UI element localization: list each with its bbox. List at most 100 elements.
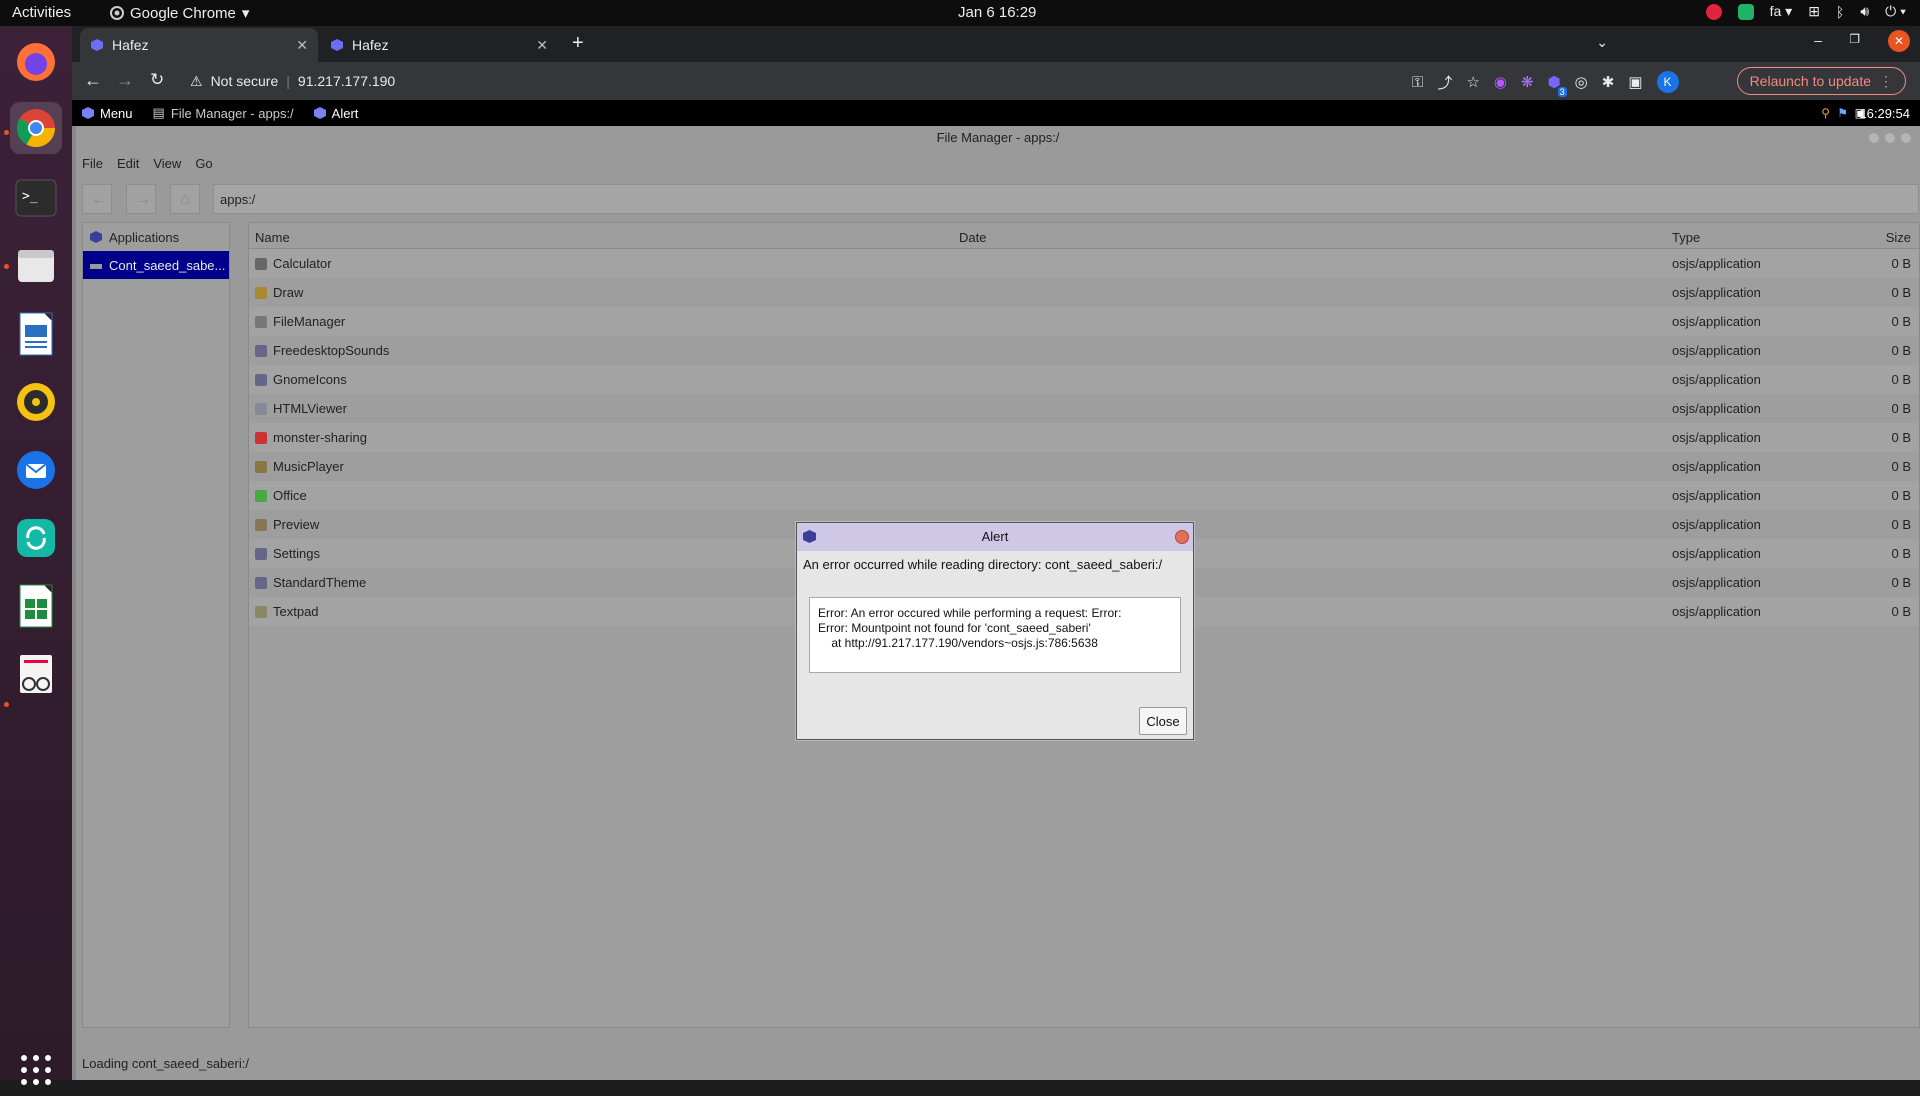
side-panel-icon[interactable]: ▣ (1628, 73, 1642, 91)
table-row[interactable]: FreedesktopSounds osjs/application 0 B (249, 336, 1919, 365)
app-menu[interactable]: Google Chrome ▾ (110, 4, 249, 22)
bluetooth-icon: ᛒ (1835, 3, 1845, 20)
activities-button[interactable]: Activities (12, 4, 71, 21)
file-size: 0 B (1891, 343, 1911, 358)
running-indicator (4, 264, 9, 269)
panel-window-filemanager[interactable]: ▤ File Manager - apps:/ (153, 105, 294, 121)
file-name-cell: HTMLViewer (255, 401, 347, 416)
sidebar-item-cont-saeed-saberi[interactable]: Cont_saeed_sabe... (83, 251, 229, 279)
table-row[interactable]: HTMLViewer osjs/application 0 B (249, 394, 1919, 423)
extensions-puzzle-icon[interactable]: ✱ (1602, 73, 1615, 91)
table-row[interactable]: GnomeIcons osjs/application 0 B (249, 365, 1919, 394)
menu-edit[interactable]: Edit (117, 156, 139, 171)
firefox-icon[interactable] (10, 36, 62, 88)
alert-detail[interactable]: Error: An error occured while performing… (809, 597, 1181, 673)
key-icon[interactable]: ⚿ (1412, 74, 1423, 91)
sync-app-icon[interactable] (10, 512, 62, 564)
back-button[interactable]: ← (82, 184, 112, 214)
close-icon[interactable] (1175, 530, 1189, 544)
osjs-logo-icon (313, 107, 326, 119)
security-label[interactable]: Not secure (211, 73, 279, 89)
sidebar-item-label: Applications (109, 229, 180, 245)
sidebar-item-applications[interactable]: Applications (83, 223, 229, 251)
panel-window-alert[interactable]: Alert (313, 106, 358, 121)
relaunch-button[interactable]: Relaunch to update ⋮ (1736, 67, 1906, 95)
alert-titlebar[interactable]: Alert (797, 523, 1193, 551)
app-icon (255, 344, 267, 357)
chevron-down-icon: ▾ (241, 5, 250, 22)
file-name-cell: Settings (255, 546, 320, 561)
maximize-icon[interactable] (1884, 132, 1896, 144)
column-type[interactable]: Type (1672, 230, 1700, 245)
tab-search-icon[interactable]: ⌄ (1596, 34, 1608, 51)
sidebar-item-label: Cont_saeed_sabe... (109, 257, 226, 273)
extension-cube-icon[interactable]: ⬢ 3 (1548, 73, 1567, 97)
file-name-cell: monster-sharing (255, 430, 367, 445)
tab-hafez-2[interactable]: Hafez ✕ (320, 28, 558, 62)
clock[interactable]: Jan 6 16:29 (958, 4, 1036, 21)
restore-icon[interactable]: ❐ (1849, 32, 1860, 46)
table-row[interactable]: FileManager osjs/application 0 B (249, 307, 1919, 336)
forward-icon[interactable]: → (116, 70, 134, 91)
app-icon (255, 286, 267, 299)
table-row[interactable]: monster-sharing osjs/application 0 B (249, 423, 1919, 452)
menu-label: Menu (100, 105, 133, 121)
running-indicator (4, 130, 9, 135)
calc-sheet-icon[interactable] (10, 580, 62, 632)
show-apps-icon[interactable] (10, 1044, 62, 1096)
extension-icon[interactable]: ◉ (1494, 73, 1507, 91)
close-tab-icon[interactable]: ✕ (536, 37, 548, 54)
address-bar[interactable]: ⚠ Not secure | 91.217.177.190 (180, 66, 1460, 96)
menu-go[interactable]: Go (195, 156, 212, 171)
language-indicator[interactable]: fa ▾ (1770, 3, 1793, 20)
app-name: Google Chrome (130, 4, 236, 22)
search-icon[interactable]: ⚲ (1821, 106, 1830, 120)
forward-button[interactable]: → (126, 184, 156, 214)
back-icon[interactable]: ← (84, 70, 102, 91)
flag-icon[interactable]: ⚑ (1837, 106, 1848, 120)
system-tray[interactable]: fa ▾ ⊞ ᛒ 🔊︎ ⏻ ▾ (1705, 3, 1906, 20)
osjs-clock: 16:29:54 (1859, 106, 1910, 121)
url-text[interactable]: 91.217.177.190 (298, 73, 395, 89)
minimize-icon[interactable]: – (1814, 32, 1822, 48)
app-icon (255, 315, 267, 328)
window-title[interactable]: File Manager - apps:/ (76, 126, 1920, 150)
column-date[interactable]: Date (959, 230, 986, 245)
files-icon[interactable] (10, 240, 62, 292)
table-row[interactable]: Calculator osjs/application 0 B (249, 249, 1919, 278)
tab-hafez-1[interactable]: Hafez ✕ (80, 28, 318, 62)
home-button[interactable]: ⌂ (170, 184, 200, 214)
file-size: 0 B (1891, 256, 1911, 271)
chrome-icon[interactable] (10, 102, 62, 154)
osjs-menu-button[interactable]: Menu (82, 106, 133, 121)
close-tab-icon[interactable]: ✕ (296, 37, 308, 54)
rhythmbox-icon[interactable] (10, 376, 62, 428)
alert-title: Alert (981, 529, 1009, 544)
reload-icon[interactable]: ↻ (150, 70, 164, 90)
new-tab-icon[interactable]: + (572, 32, 584, 55)
close-window-icon[interactable]: ✕ (1888, 30, 1910, 52)
document-viewer-icon[interactable] (10, 648, 62, 700)
table-row[interactable]: Office osjs/application 0 B (249, 481, 1919, 510)
menu-view[interactable]: View (153, 156, 181, 171)
writer-icon[interactable] (10, 308, 62, 360)
share-icon[interactable]: ⤴ (1437, 72, 1452, 93)
table-row[interactable]: MusicPlayer osjs/application 0 B (249, 452, 1919, 481)
terminal-icon[interactable]: >_ (10, 172, 62, 224)
close-button[interactable]: Close (1139, 707, 1187, 735)
file-name-cell: StandardTheme (255, 575, 366, 590)
path-input[interactable]: apps:/ (213, 184, 1919, 214)
app-icon (255, 605, 267, 618)
tab-strip: Hafez ✕ Hafez ✕ + ⌄ – ❐ ✕ (72, 26, 1920, 62)
column-size[interactable]: Size (1886, 230, 1911, 245)
close-icon[interactable] (1900, 132, 1912, 144)
extension-brain-icon[interactable]: ❋ (1521, 73, 1534, 91)
menu-file[interactable]: File (82, 156, 103, 171)
table-row[interactable]: Draw osjs/application 0 B (249, 278, 1919, 307)
column-name[interactable]: Name (255, 230, 290, 245)
profile-avatar[interactable]: K (1656, 71, 1679, 93)
bookmark-star-icon[interactable]: ☆ (1466, 73, 1479, 91)
minimize-icon[interactable] (1868, 132, 1880, 144)
thunderbird-icon[interactable] (10, 444, 62, 496)
extension-circle-icon[interactable]: ◎ (1575, 73, 1588, 91)
